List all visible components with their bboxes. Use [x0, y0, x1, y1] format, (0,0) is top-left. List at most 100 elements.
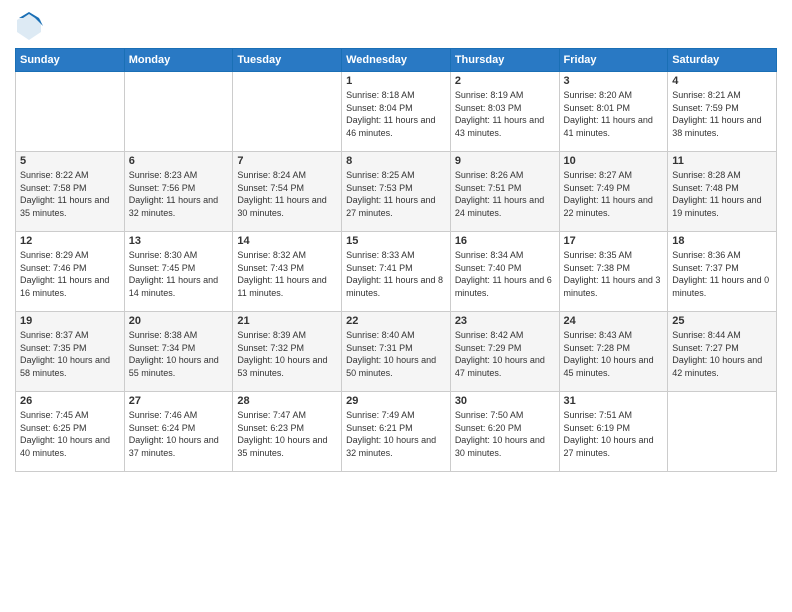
cell-content: Sunrise: 8:42 AM Sunset: 7:29 PM Dayligh…	[455, 329, 555, 379]
cell-content: Sunrise: 8:38 AM Sunset: 7:34 PM Dayligh…	[129, 329, 229, 379]
day-number: 13	[129, 235, 229, 247]
cell-content: Sunrise: 7:47 AM Sunset: 6:23 PM Dayligh…	[237, 409, 337, 459]
day-header-monday: Monday	[124, 49, 233, 72]
day-number: 19	[20, 315, 120, 327]
logo-icon	[15, 10, 43, 42]
day-number: 29	[346, 395, 446, 407]
cell-content: Sunrise: 8:43 AM Sunset: 7:28 PM Dayligh…	[564, 329, 664, 379]
cell-content: Sunrise: 8:44 AM Sunset: 7:27 PM Dayligh…	[672, 329, 772, 379]
day-number: 10	[564, 155, 664, 167]
cell-content: Sunrise: 7:50 AM Sunset: 6:20 PM Dayligh…	[455, 409, 555, 459]
day-header-sunday: Sunday	[16, 49, 125, 72]
day-number: 30	[455, 395, 555, 407]
day-header-saturday: Saturday	[668, 49, 777, 72]
calendar-cell: 28 Sunrise: 7:47 AM Sunset: 6:23 PM Dayli…	[233, 392, 342, 472]
calendar-cell	[668, 392, 777, 472]
calendar-cell: 19Sunrise: 8:37 AM Sunset: 7:35 PM Dayli…	[16, 312, 125, 392]
cell-content: Sunrise: 8:21 AM Sunset: 7:59 PM Dayligh…	[672, 89, 772, 139]
day-number: 20	[129, 315, 229, 327]
calendar-cell: 16 Sunrise: 8:34 AM Sunset: 7:40 PM Dayli…	[450, 232, 559, 312]
cell-content: Sunrise: 8:40 AM Sunset: 7:31 PM Dayligh…	[346, 329, 446, 379]
header	[15, 10, 777, 42]
cell-content: Sunrise: 8:19 AM Sunset: 8:03 PM Dayligh…	[455, 89, 555, 139]
day-number: 18	[672, 235, 772, 247]
day-number: 22	[346, 315, 446, 327]
day-number: 5	[20, 155, 120, 167]
calendar-cell: 25 Sunrise: 8:44 AM Sunset: 7:27 PM Dayli…	[668, 312, 777, 392]
calendar-cell: 6Sunrise: 8:23 AM Sunset: 7:56 PM Daylig…	[124, 152, 233, 232]
cell-content: Sunrise: 8:18 AM Sunset: 8:04 PM Dayligh…	[346, 89, 446, 139]
calendar-cell: 12 Sunrise: 8:29 AM Sunset: 7:46 PM Dayli…	[16, 232, 125, 312]
cell-content: Sunrise: 8:22 AM Sunset: 7:58 PM Dayligh…	[20, 169, 120, 219]
calendar-cell: 11 Sunrise: 8:28 AM Sunset: 7:48 PM Dayli…	[668, 152, 777, 232]
cell-content: Sunrise: 8:20 AM Sunset: 8:01 PM Dayligh…	[564, 89, 664, 139]
calendar-cell: 2 Sunrise: 8:19 AM Sunset: 8:03 PM Daylig…	[450, 72, 559, 152]
calendar-cell: 18 Sunrise: 8:36 AM Sunset: 7:37 PM Dayli…	[668, 232, 777, 312]
calendar-cell: 29 Sunrise: 7:49 AM Sunset: 6:21 PM Dayli…	[342, 392, 451, 472]
cell-content: Sunrise: 8:34 AM Sunset: 7:40 PM Dayligh…	[455, 249, 555, 299]
cell-content: Sunrise: 7:45 AM Sunset: 6:25 PM Dayligh…	[20, 409, 120, 459]
cell-content: Sunrise: 8:27 AM Sunset: 7:49 PM Dayligh…	[564, 169, 664, 219]
day-number: 25	[672, 315, 772, 327]
cell-content: Sunrise: 8:24 AM Sunset: 7:54 PM Dayligh…	[237, 169, 337, 219]
day-header-tuesday: Tuesday	[233, 49, 342, 72]
calendar-cell: 27Sunrise: 7:46 AM Sunset: 6:24 PM Dayli…	[124, 392, 233, 472]
calendar-cell: 10 Sunrise: 8:27 AM Sunset: 7:49 PM Dayli…	[559, 152, 668, 232]
calendar-cell	[233, 72, 342, 152]
calendar-cell: 17 Sunrise: 8:35 AM Sunset: 7:38 PM Dayli…	[559, 232, 668, 312]
day-number: 31	[564, 395, 664, 407]
week-row-1: 1 Sunrise: 8:18 AM Sunset: 8:04 PM Daylig…	[16, 72, 777, 152]
week-row-3: 12 Sunrise: 8:29 AM Sunset: 7:46 PM Dayli…	[16, 232, 777, 312]
day-number: 2	[455, 75, 555, 87]
day-number: 27	[129, 395, 229, 407]
day-number: 11	[672, 155, 772, 167]
calendar-cell: 31Sunrise: 7:51 AM Sunset: 6:19 PM Dayli…	[559, 392, 668, 472]
day-number: 16	[455, 235, 555, 247]
calendar-cell: 13 Sunrise: 8:30 AM Sunset: 7:45 PM Dayli…	[124, 232, 233, 312]
cell-content: Sunrise: 7:49 AM Sunset: 6:21 PM Dayligh…	[346, 409, 446, 459]
day-number: 21	[237, 315, 337, 327]
calendar-cell: 9 Sunrise: 8:26 AM Sunset: 7:51 PM Daylig…	[450, 152, 559, 232]
day-number: 14	[237, 235, 337, 247]
cell-content: Sunrise: 8:35 AM Sunset: 7:38 PM Dayligh…	[564, 249, 664, 299]
page: SundayMondayTuesdayWednesdayThursdayFrid…	[0, 0, 792, 612]
day-number: 17	[564, 235, 664, 247]
calendar-cell: 3 Sunrise: 8:20 AM Sunset: 8:01 PM Daylig…	[559, 72, 668, 152]
cell-content: Sunrise: 8:29 AM Sunset: 7:46 PM Dayligh…	[20, 249, 120, 299]
cell-content: Sunrise: 8:28 AM Sunset: 7:48 PM Dayligh…	[672, 169, 772, 219]
calendar-cell: 21 Sunrise: 8:39 AM Sunset: 7:32 PM Dayli…	[233, 312, 342, 392]
calendar-cell: 22 Sunrise: 8:40 AM Sunset: 7:31 PM Dayli…	[342, 312, 451, 392]
calendar-cell: 20 Sunrise: 8:38 AM Sunset: 7:34 PM Dayli…	[124, 312, 233, 392]
calendar-cell: 15 Sunrise: 8:33 AM Sunset: 7:41 PM Dayli…	[342, 232, 451, 312]
calendar-cell	[16, 72, 125, 152]
calendar-cell: 7Sunrise: 8:24 AM Sunset: 7:54 PM Daylig…	[233, 152, 342, 232]
cell-content: Sunrise: 8:30 AM Sunset: 7:45 PM Dayligh…	[129, 249, 229, 299]
cell-content: Sunrise: 8:23 AM Sunset: 7:56 PM Dayligh…	[129, 169, 229, 219]
calendar-cell: 30 Sunrise: 7:50 AM Sunset: 6:20 PM Dayli…	[450, 392, 559, 472]
cell-content: Sunrise: 8:25 AM Sunset: 7:53 PM Dayligh…	[346, 169, 446, 219]
day-number: 9	[455, 155, 555, 167]
day-number: 8	[346, 155, 446, 167]
calendar-cell: 24Sunrise: 8:43 AM Sunset: 7:28 PM Dayli…	[559, 312, 668, 392]
day-header-wednesday: Wednesday	[342, 49, 451, 72]
day-number: 12	[20, 235, 120, 247]
cell-content: Sunrise: 8:39 AM Sunset: 7:32 PM Dayligh…	[237, 329, 337, 379]
cell-content: Sunrise: 8:33 AM Sunset: 7:41 PM Dayligh…	[346, 249, 446, 299]
day-number: 26	[20, 395, 120, 407]
week-row-5: 26 Sunrise: 7:45 AM Sunset: 6:25 PM Dayli…	[16, 392, 777, 472]
cell-content: Sunrise: 8:36 AM Sunset: 7:37 PM Dayligh…	[672, 249, 772, 299]
day-number: 23	[455, 315, 555, 327]
day-number: 4	[672, 75, 772, 87]
calendar-cell: 5 Sunrise: 8:22 AM Sunset: 7:58 PM Daylig…	[16, 152, 125, 232]
calendar-cell: 8 Sunrise: 8:25 AM Sunset: 7:53 PM Daylig…	[342, 152, 451, 232]
day-number: 28	[237, 395, 337, 407]
calendar-cell: 23 Sunrise: 8:42 AM Sunset: 7:29 PM Dayli…	[450, 312, 559, 392]
cell-content: Sunrise: 8:26 AM Sunset: 7:51 PM Dayligh…	[455, 169, 555, 219]
calendar-cell	[124, 72, 233, 152]
header-row: SundayMondayTuesdayWednesdayThursdayFrid…	[16, 49, 777, 72]
day-number: 1	[346, 75, 446, 87]
day-number: 15	[346, 235, 446, 247]
week-row-4: 19Sunrise: 8:37 AM Sunset: 7:35 PM Dayli…	[16, 312, 777, 392]
logo	[15, 10, 47, 42]
day-number: 3	[564, 75, 664, 87]
